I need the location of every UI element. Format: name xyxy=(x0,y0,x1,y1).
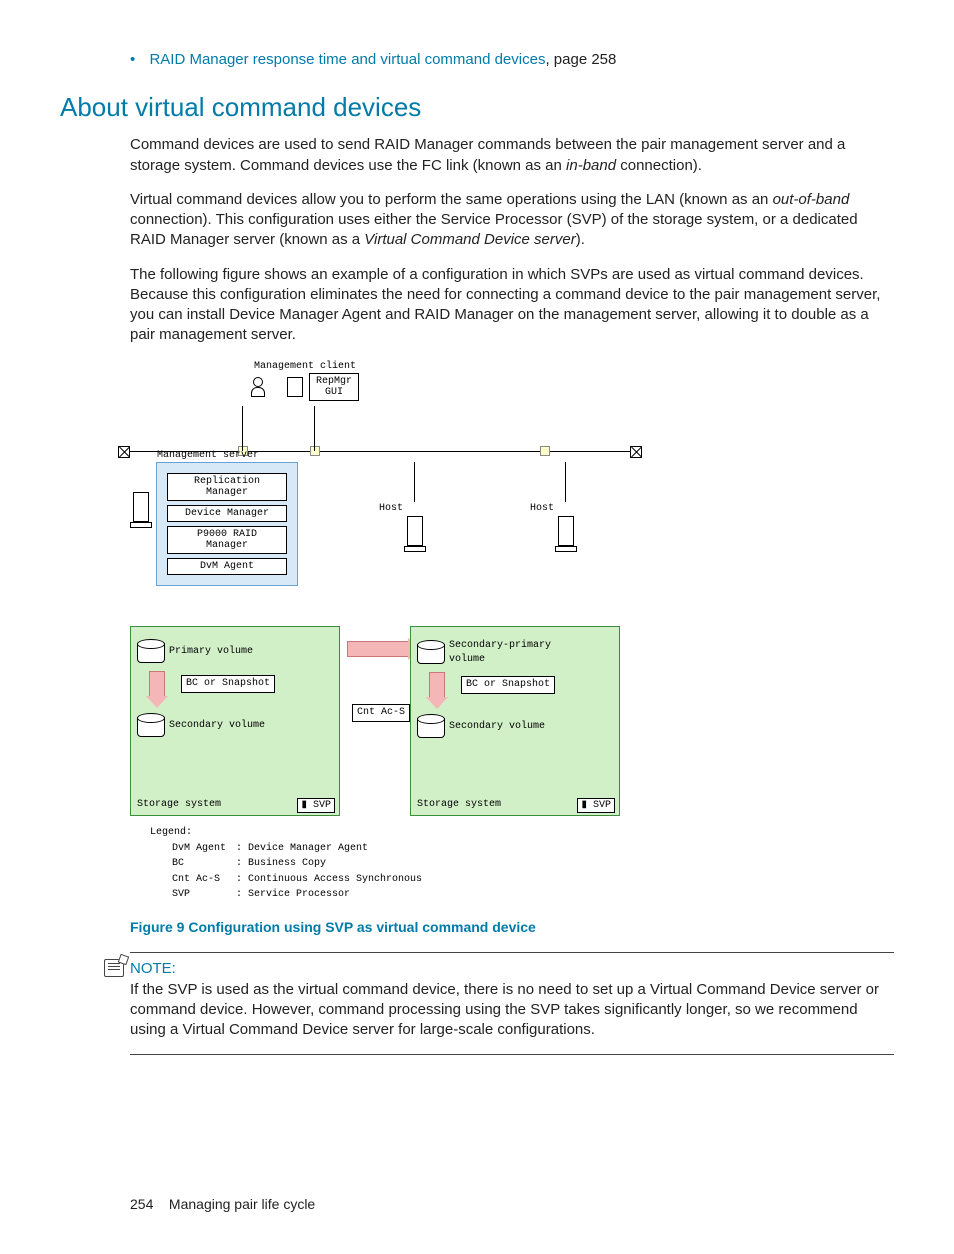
user-icon xyxy=(251,375,281,399)
management-server-box: Management server Replication Manager De… xyxy=(156,462,298,586)
legend-key: DvM Agent xyxy=(172,842,234,856)
text-inband: in-band xyxy=(566,157,616,174)
paragraph: Virtual command devices allow you to per… xyxy=(130,190,894,251)
text-vcd-server: Virtual Command Device server xyxy=(364,231,575,248)
separator xyxy=(130,952,894,953)
bullet-item: • RAID Manager response time and virtual… xyxy=(130,50,894,70)
mgmt-server-label: Management server xyxy=(157,449,259,463)
svp-box: ▮ SVP xyxy=(297,798,335,814)
legend: Legend: DvM Agent: Device Manager Agent … xyxy=(150,826,630,904)
host-box: Host xyxy=(379,462,449,557)
legend-key: SVP xyxy=(172,888,234,902)
text: Command devices are used to send RAID Ma… xyxy=(130,136,845,173)
legend-val: : Device Manager Agent xyxy=(236,842,430,856)
connector xyxy=(242,406,243,451)
bc-snapshot-box: BC or Snapshot xyxy=(181,675,275,693)
text: connection). xyxy=(616,157,702,174)
arrow-down-icon xyxy=(149,671,165,697)
section-heading: About virtual command devices xyxy=(60,90,894,125)
arrow-down-icon xyxy=(429,672,445,698)
bc-snapshot-box: BC or Snapshot xyxy=(461,676,555,694)
secondary-volume-label: Secondary volume xyxy=(169,719,265,733)
legend-val: : Business Copy xyxy=(236,857,430,871)
paragraph: Command devices are used to send RAID Ma… xyxy=(130,135,894,176)
legend-val: : Continuous Access Synchronous xyxy=(236,873,430,887)
dvm-agent-box: DvM Agent xyxy=(167,558,287,575)
text-outofband: out-of-band xyxy=(773,191,850,208)
legend-key: BC xyxy=(172,857,234,871)
repmgr-gui-box: RepMgr GUI xyxy=(309,373,359,401)
lan-end-right-icon xyxy=(630,446,642,458)
server-icon xyxy=(555,516,575,552)
storage-system-label: Storage system xyxy=(137,798,221,812)
arrow-right-icon xyxy=(347,641,409,657)
device-manager-box: Device Manager xyxy=(167,505,287,522)
host-label: Host xyxy=(530,502,600,516)
page-number: 254 xyxy=(130,1196,153,1212)
figure-diagram: Management client RepMgr GUI Management … xyxy=(130,360,630,904)
cylinder-icon xyxy=(417,640,443,666)
lan-end-left-icon xyxy=(118,446,130,458)
svp-box: ▮ SVP xyxy=(577,798,615,814)
server-icon xyxy=(130,492,150,528)
paragraph: The following figure shows an example of… xyxy=(130,265,894,346)
page-footer: 254 Managing pair life cycle xyxy=(130,1195,894,1214)
footer-chapter: Managing pair life cycle xyxy=(169,1196,315,1212)
server-icon xyxy=(404,516,424,552)
text: Virtual command devices allow you to per… xyxy=(130,191,773,208)
secondary-volume-label: Secondary volume xyxy=(449,720,545,734)
bullet-dot: • xyxy=(130,51,135,68)
storage-system-left: Primary volume BC or Snapshot Secondary … xyxy=(130,626,340,816)
note-text: If the SVP is used as the virtual comman… xyxy=(130,980,894,1041)
figure-caption: Figure 9 Configuration using SVP as virt… xyxy=(130,918,894,937)
legend-key: Cnt Ac-S xyxy=(172,873,234,887)
connector xyxy=(414,462,415,502)
note-heading: NOTE: xyxy=(130,959,894,979)
legend-title: Legend: xyxy=(150,826,630,840)
note-icon xyxy=(104,959,124,977)
cylinder-icon xyxy=(137,713,163,739)
lan-node-icon xyxy=(310,446,320,456)
page-ref: , page 258 xyxy=(545,51,616,68)
note-label: NOTE: xyxy=(130,960,176,977)
storage-system-right: Secondary-primary volume BC or Snapshot … xyxy=(410,626,620,816)
storage-system-label: Storage system xyxy=(417,798,501,812)
connector xyxy=(565,462,566,502)
monitor-icon xyxy=(287,377,303,397)
replication-manager-box: Replication Manager xyxy=(167,473,287,501)
host-box: Host xyxy=(530,462,600,557)
xref-link[interactable]: RAID Manager response time and virtual c… xyxy=(149,51,545,68)
primary-volume-label: Primary volume xyxy=(169,645,253,659)
mgmt-client-label: Management client xyxy=(225,360,385,374)
legend-val: : Service Processor xyxy=(236,888,430,902)
separator xyxy=(130,1054,894,1055)
secondary-primary-label: Secondary-primary volume xyxy=(449,639,551,666)
host-label: Host xyxy=(379,502,449,516)
cylinder-icon xyxy=(137,639,163,665)
text: ). xyxy=(576,231,585,248)
lan-node-icon xyxy=(540,446,550,456)
cnt-ac-s-box: Cnt Ac-S xyxy=(352,704,410,722)
connector xyxy=(314,406,315,451)
cylinder-icon xyxy=(417,714,443,740)
p9000-raid-box: P9000 RAID Manager xyxy=(167,526,287,554)
